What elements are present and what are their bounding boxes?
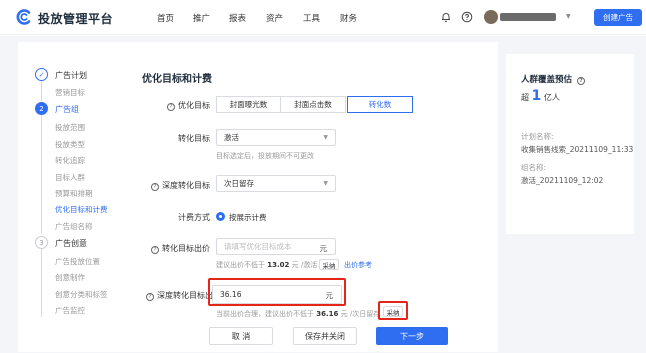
substep-ad-monitor[interactable]: 广告监控 xyxy=(55,305,85,316)
chevron-down-icon: ▼ xyxy=(323,180,328,187)
substep-budget-schedule[interactable]: 预算和排期 xyxy=(55,188,93,199)
conversion-bid-placeholder: 请填写优化目标成本 xyxy=(224,242,292,251)
billing-radio[interactable] xyxy=(216,212,225,221)
conversion-goal-value: 激活 xyxy=(224,133,239,142)
substep-audience[interactable]: 目标人群 xyxy=(55,172,85,183)
substep-targeting-range[interactable]: 投放范围 xyxy=(55,122,85,133)
question-icon[interactable]: ? xyxy=(151,183,159,191)
bid-reference-link[interactable]: 出价参考 xyxy=(344,260,372,270)
highlight-box xyxy=(208,278,346,306)
substep-delivery-type[interactable]: 投放类型 xyxy=(55,139,85,150)
substep-conversion-tracking[interactable]: 转化追踪 xyxy=(55,155,85,166)
step-connector xyxy=(41,81,42,101)
conversion-bid-unit: 元 xyxy=(319,244,328,253)
conversion-bid-input[interactable]: 请填写优化目标成本 元 xyxy=(216,238,336,255)
chevron-down-icon[interactable]: ▼ xyxy=(566,13,571,20)
substep-creative-make[interactable]: 创意制作 xyxy=(55,272,85,283)
billing-value[interactable]: 按展示计费 xyxy=(229,212,267,223)
question-icon[interactable]: ? xyxy=(151,246,159,254)
substep-marketing-goal[interactable]: 营销目标 xyxy=(55,87,85,98)
step-title-creative[interactable]: 广告创意 xyxy=(55,238,87,249)
adopt-button-conversion[interactable]: 采纳 xyxy=(319,259,339,270)
conversion-goal-hint: 目标选定后，投放期间不可更改 xyxy=(216,152,314,160)
plan-name-value: 收集销售线索_20211109_11:33 xyxy=(521,145,634,154)
conversion-bid-hint: 建议出价不低于 13.02 元 /激活 xyxy=(216,261,318,269)
question-icon[interactable]: ? xyxy=(146,293,154,301)
section-title: 优化目标和计费 xyxy=(142,74,212,85)
deep-conversion-goal-select[interactable]: 次日留存 ▼ xyxy=(216,175,336,192)
nav-finance[interactable]: 财务 xyxy=(340,12,357,24)
billing-label: 计费方式 xyxy=(178,213,210,222)
step-title-group[interactable]: 广告组 xyxy=(55,104,79,115)
step-connector xyxy=(41,249,42,317)
estimate-value: 超 1 亿人 xyxy=(521,88,560,104)
plan-name-label: 计划名称: xyxy=(521,132,554,141)
step-connector xyxy=(41,115,42,234)
estimate-title: 人群覆盖预估 ? xyxy=(521,73,588,85)
substep-group-name[interactable]: 广告组名称 xyxy=(55,221,93,232)
avatar[interactable] xyxy=(484,10,498,24)
username-redacted[interactable] xyxy=(500,13,556,21)
step-done-check-icon: ✓ xyxy=(35,68,48,81)
option-conversions[interactable]: 转化数 xyxy=(347,96,413,113)
substep-creative-tags[interactable]: 创意分类和标签 xyxy=(55,289,108,300)
option-cover-clicks[interactable]: 封面点击数 xyxy=(280,96,346,113)
save-close-button[interactable]: 保存并关闭 xyxy=(293,327,357,345)
conversion-bid-label: ? 转化目标出价 xyxy=(150,243,210,254)
top-bar: 投放管理平台 首页 推广 报表 资产 工具 财务 ▼ 创建广告 xyxy=(0,0,646,35)
deep-conversion-goal-label: ? 深度转化目标 xyxy=(150,180,210,191)
conversion-goal-label: 转化目标 xyxy=(178,134,210,143)
highlight-box-adopt xyxy=(378,301,408,320)
step-number-3: 3 xyxy=(35,236,48,249)
logo-icon xyxy=(16,9,31,25)
next-button[interactable]: 下一步 xyxy=(376,327,448,345)
question-icon[interactable]: ? xyxy=(576,77,585,85)
substep-optimize-billing[interactable]: 优化目标和计费 xyxy=(55,204,108,215)
nav-reports[interactable]: 报表 xyxy=(229,12,246,24)
nav-home[interactable]: 首页 xyxy=(157,12,174,24)
deep-conversion-goal-value: 次日留存 xyxy=(224,179,254,188)
group-name-label: 组名称: xyxy=(521,163,547,172)
substep-placement[interactable]: 广告投放位置 xyxy=(55,256,100,267)
option-cover-impressions[interactable]: 封面曝光数 xyxy=(216,96,281,113)
group-name-value: 激活_20211109_12:02 xyxy=(521,176,604,185)
step-number-2: 2 xyxy=(35,102,48,115)
deep-conversion-bid-label: ? 深度转化目标出价 xyxy=(146,290,221,301)
deep-conversion-bid-hint: 当前出价合理，建议出价不低于 36.16 元 /次日留存 xyxy=(216,310,381,318)
help-icon[interactable] xyxy=(461,11,473,23)
conversion-goal-select[interactable]: 激活 ▼ xyxy=(216,129,336,146)
create-ad-button[interactable]: 创建广告 xyxy=(594,9,642,26)
cancel-button[interactable]: 取 消 xyxy=(209,327,273,345)
chevron-down-icon: ▼ xyxy=(323,134,328,141)
nav-promote[interactable]: 推广 xyxy=(193,12,210,24)
nav-assets[interactable]: 资产 xyxy=(266,12,283,24)
nav-tools[interactable]: 工具 xyxy=(303,12,320,24)
bell-icon[interactable] xyxy=(440,11,452,23)
brand-title: 投放管理平台 xyxy=(38,12,114,26)
optimize-goal-label: ? 优化目标 xyxy=(160,100,210,111)
question-icon[interactable]: ? xyxy=(167,103,175,111)
step-title-plan[interactable]: 广告计划 xyxy=(55,70,87,81)
